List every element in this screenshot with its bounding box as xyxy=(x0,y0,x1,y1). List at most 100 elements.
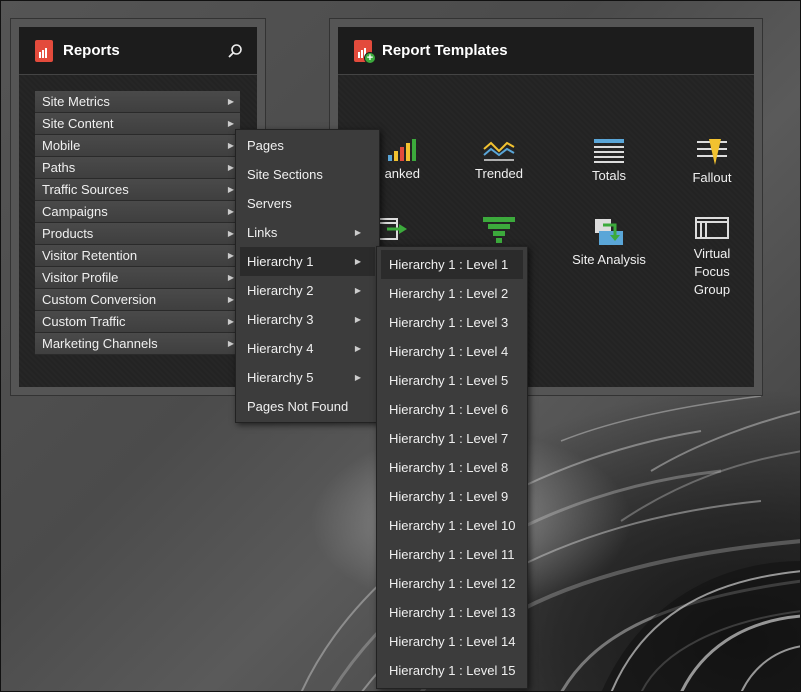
reports-title: Reports xyxy=(63,42,120,59)
site-content-submenu: Pages Site Sections Servers Links ▶ Hiera… xyxy=(235,129,380,423)
menu-item-servers[interactable]: Servers xyxy=(240,189,375,218)
menu-item-label: Pages xyxy=(247,138,284,153)
report-templates-icon: + xyxy=(354,39,376,64)
menu-item-level-10[interactable]: Hierarchy 1 : Level 10 xyxy=(381,511,523,540)
report-item-campaigns[interactable]: Campaigns ▶ xyxy=(35,201,240,223)
template-site-analysis[interactable]: Site Analysis xyxy=(561,217,657,269)
menu-item-label: Servers xyxy=(247,196,292,211)
chevron-right-icon: ▶ xyxy=(354,344,361,353)
report-item-label: Visitor Profile xyxy=(42,270,119,285)
menu-item-label: Hierarchy 1 : Level 8 xyxy=(389,460,509,475)
menu-item-label: Pages Not Found xyxy=(247,399,349,414)
report-item-traffic-sources[interactable]: Traffic Sources ▶ xyxy=(35,179,240,201)
report-templates-title: Report Templates xyxy=(382,42,508,59)
chevron-right-icon: ▶ xyxy=(227,207,234,216)
report-item-visitor-profile[interactable]: Visitor Profile ▶ xyxy=(35,267,240,289)
chevron-right-icon: ▶ xyxy=(227,295,234,304)
menu-item-hierarchy-4[interactable]: Hierarchy 4 ▶ xyxy=(240,334,375,363)
template-site-analysis-label: Site Analysis xyxy=(572,252,646,267)
chevron-right-icon: ▶ xyxy=(227,185,234,194)
menu-item-label: Site Sections xyxy=(247,167,323,182)
menu-item-level-9[interactable]: Hierarchy 1 : Level 9 xyxy=(381,482,523,511)
report-item-label: Marketing Channels xyxy=(42,336,158,351)
report-item-site-metrics[interactable]: Site Metrics ▶ xyxy=(35,91,240,113)
menu-item-pages[interactable]: Pages xyxy=(240,131,375,160)
template-totals-label: Totals xyxy=(592,168,626,183)
report-item-products[interactable]: Products ▶ xyxy=(35,223,240,245)
template-funnel[interactable] xyxy=(451,217,547,247)
search-icon[interactable] xyxy=(227,43,243,59)
template-vfg-label-line1: Virtual xyxy=(693,246,731,261)
menu-item-label: Hierarchy 1 : Level 9 xyxy=(389,489,509,504)
reports-panel-body: Site Metrics ▶ Site Content ▶ Mobile ▶ Path… xyxy=(19,75,257,387)
chevron-right-icon: ▶ xyxy=(227,119,234,128)
report-item-label: Traffic Sources xyxy=(42,182,129,197)
menu-item-level-13[interactable]: Hierarchy 1 : Level 13 xyxy=(381,598,523,627)
report-item-label: Site Metrics xyxy=(42,94,110,109)
template-trended-label: Trended xyxy=(475,166,523,181)
menu-item-level-2[interactable]: Hierarchy 1 : Level 2 xyxy=(381,279,523,308)
menu-item-label: Hierarchy 1 : Level 4 xyxy=(389,344,509,359)
report-item-marketing-channels[interactable]: Marketing Channels ▶ xyxy=(35,333,240,355)
menu-item-level-6[interactable]: Hierarchy 1 : Level 6 xyxy=(381,395,523,424)
report-item-site-content[interactable]: Site Content ▶ xyxy=(35,113,240,135)
menu-item-level-4[interactable]: Hierarchy 1 : Level 4 xyxy=(381,337,523,366)
menu-item-links[interactable]: Links ▶ xyxy=(240,218,375,247)
menu-item-label: Hierarchy 1 : Level 2 xyxy=(389,286,509,301)
menu-item-level-15[interactable]: Hierarchy 1 : Level 15 xyxy=(381,656,523,685)
report-item-custom-traffic[interactable]: Custom Traffic ▶ xyxy=(35,311,240,333)
report-item-mobile[interactable]: Mobile ▶ xyxy=(35,135,240,157)
report-item-label: Visitor Retention xyxy=(42,248,138,263)
chevron-right-icon: ▶ xyxy=(354,286,361,295)
template-virtual-focus-group[interactable]: Virtual Focus Group xyxy=(664,217,760,299)
report-item-label: Mobile xyxy=(42,138,81,153)
menu-item-hierarchy-3[interactable]: Hierarchy 3 ▶ xyxy=(240,305,375,334)
menu-item-pages-not-found[interactable]: Pages Not Found xyxy=(240,392,375,421)
menu-item-label: Hierarchy 3 xyxy=(247,312,314,327)
trended-icon xyxy=(483,141,515,161)
menu-item-level-5[interactable]: Hierarchy 1 : Level 5 xyxy=(381,366,523,395)
totals-icon xyxy=(594,139,624,163)
menu-item-label: Hierarchy 2 xyxy=(247,283,314,298)
site-analysis-icon xyxy=(595,219,623,245)
chevron-right-icon: ▶ xyxy=(227,229,234,238)
menu-item-hierarchy-5[interactable]: Hierarchy 5 ▶ xyxy=(240,363,375,392)
menu-item-level-14[interactable]: Hierarchy 1 : Level 14 xyxy=(381,627,523,656)
menu-item-level-1[interactable]: Hierarchy 1 : Level 1 xyxy=(381,250,523,279)
menu-item-level-7[interactable]: Hierarchy 1 : Level 7 xyxy=(381,424,523,453)
menu-item-label: Hierarchy 1 : Level 5 xyxy=(389,373,509,388)
chevron-right-icon: ▶ xyxy=(354,373,361,382)
report-item-visitor-retention[interactable]: Visitor Retention ▶ xyxy=(35,245,240,267)
chevron-right-icon: ▶ xyxy=(227,251,234,260)
menu-item-site-sections[interactable]: Site Sections xyxy=(240,160,375,189)
report-item-paths[interactable]: Paths ▶ xyxy=(35,157,240,179)
template-fallout[interactable]: Fallout xyxy=(664,139,760,187)
menu-item-hierarchy-1[interactable]: Hierarchy 1 ▶ xyxy=(240,247,375,276)
report-item-label: Custom Traffic xyxy=(42,314,126,329)
template-totals[interactable]: Totals xyxy=(561,139,657,185)
template-ranked-label: anked xyxy=(384,166,420,181)
menu-item-level-11[interactable]: Hierarchy 1 : Level 11 xyxy=(381,540,523,569)
hierarchy-1-submenu: Hierarchy 1 : Level 1 Hierarchy 1 : Leve… xyxy=(376,246,528,689)
menu-item-level-3[interactable]: Hierarchy 1 : Level 3 xyxy=(381,308,523,337)
report-item-label: Products xyxy=(42,226,94,241)
chevron-right-icon: ▶ xyxy=(354,228,361,237)
chevron-right-icon: ▶ xyxy=(227,339,234,348)
report-item-label: Site Content xyxy=(42,116,114,131)
menu-item-level-8[interactable]: Hierarchy 1 : Level 8 xyxy=(381,453,523,482)
menu-item-level-12[interactable]: Hierarchy 1 : Level 12 xyxy=(381,569,523,598)
ranked-icon xyxy=(388,139,416,161)
menu-item-hierarchy-2[interactable]: Hierarchy 2 ▶ xyxy=(240,276,375,305)
report-item-custom-conversion[interactable]: Custom Conversion ▶ xyxy=(35,289,240,311)
chevron-right-icon: ▶ xyxy=(227,97,234,106)
menu-item-label: Hierarchy 4 xyxy=(247,341,314,356)
virtual-focus-group-icon xyxy=(695,217,729,239)
template-trended[interactable]: Trended xyxy=(451,139,547,183)
report-category-list: Site Metrics ▶ Site Content ▶ Mobile ▶ Path… xyxy=(35,91,240,355)
menu-item-label: Hierarchy 1 : Level 14 xyxy=(389,634,516,649)
menu-item-label: Hierarchy 1 : Level 3 xyxy=(389,315,509,330)
reports-panel: Reports Site Metrics ▶ Site Content ▶ Mobi… xyxy=(11,19,265,395)
menu-item-label: Links xyxy=(247,225,278,240)
template-vfg-label-line3: Group xyxy=(693,282,731,297)
chevron-right-icon: ▶ xyxy=(227,163,234,172)
